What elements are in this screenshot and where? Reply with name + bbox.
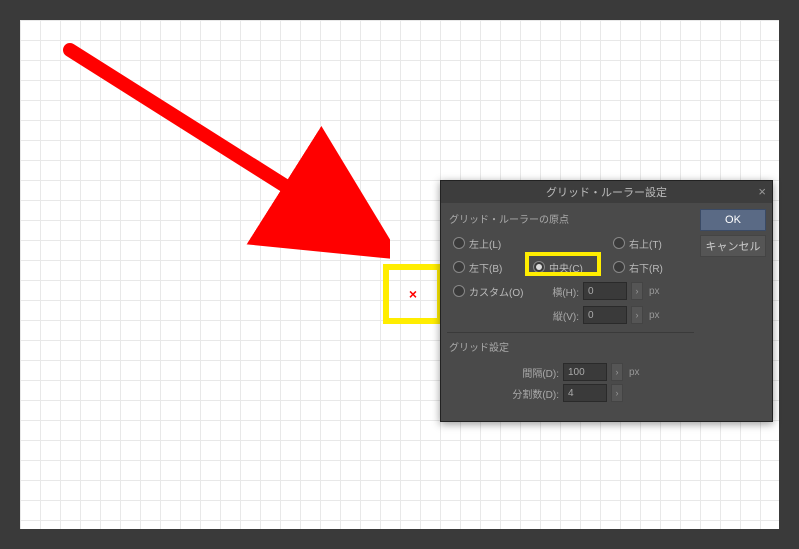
h-stepper[interactable]: › [631, 282, 643, 300]
origin-radio-group: 左上(L) 右上(T) 左下(B) 中央(C) 右下(R) カスタム(O) 横(… [447, 230, 694, 333]
annotation-arrow [50, 35, 390, 275]
division-stepper[interactable]: › [611, 384, 623, 402]
dialog-title: グリッド・ルーラー設定 [546, 184, 667, 200]
radio-custom[interactable]: カスタム(O) [453, 284, 533, 299]
v-label: 縦(V): [533, 308, 579, 323]
radio-bottom-left[interactable]: 左下(B) [453, 260, 533, 275]
radio-dot-icon [613, 237, 625, 249]
radio-top-left[interactable]: 左上(L) [453, 236, 533, 251]
unit-label: px [649, 286, 660, 297]
division-input[interactable]: 4 [563, 384, 607, 402]
v-input[interactable]: 0 [583, 306, 627, 324]
radio-dot-icon [453, 237, 465, 249]
h-input[interactable]: 0 [583, 282, 627, 300]
radio-top-right[interactable]: 右上(T) [613, 236, 693, 251]
close-icon[interactable]: × [758, 184, 766, 199]
division-label: 分割数(D): [511, 386, 559, 401]
radio-label: 左上(L) [469, 236, 501, 251]
grid-ruler-settings-dialog: グリッド・ルーラー設定 × グリッド・ルーラーの原点 左上(L) 右上(T) 左… [440, 180, 773, 422]
radio-label: 左下(B) [469, 260, 502, 275]
radio-dot-icon [613, 261, 625, 273]
v-stepper[interactable]: › [631, 306, 643, 324]
unit-label: px [649, 310, 660, 321]
radio-dot-icon [533, 261, 545, 273]
origin-group-label: グリッド・ルーラーの原点 [449, 211, 694, 226]
spacing-label: 間隔(D): [511, 365, 559, 380]
dialog-titlebar[interactable]: グリッド・ルーラー設定 × [441, 181, 772, 203]
center-marker: × [409, 286, 417, 302]
radio-label: 中央(C) [549, 260, 583, 275]
radio-dot-icon [453, 285, 465, 297]
grid-group-label: グリッド設定 [449, 339, 694, 354]
grid-settings-group: 間隔(D): 100 › px 分割数(D): 4 › [447, 358, 694, 415]
radio-center[interactable]: 中央(C) [533, 260, 613, 275]
center-highlight-box: × [383, 264, 443, 324]
spacing-input[interactable]: 100 [563, 363, 607, 381]
spacing-stepper[interactable]: › [611, 363, 623, 381]
radio-bottom-right[interactable]: 右下(R) [613, 260, 693, 275]
radio-label: 右上(T) [629, 236, 662, 251]
unit-label: px [629, 367, 640, 378]
radio-label: カスタム(O) [469, 284, 523, 299]
cancel-button[interactable]: キャンセル [700, 235, 766, 257]
h-label: 横(H): [533, 284, 579, 299]
ok-button[interactable]: OK [700, 209, 766, 231]
radio-dot-icon [453, 261, 465, 273]
radio-label: 右下(R) [629, 260, 663, 275]
